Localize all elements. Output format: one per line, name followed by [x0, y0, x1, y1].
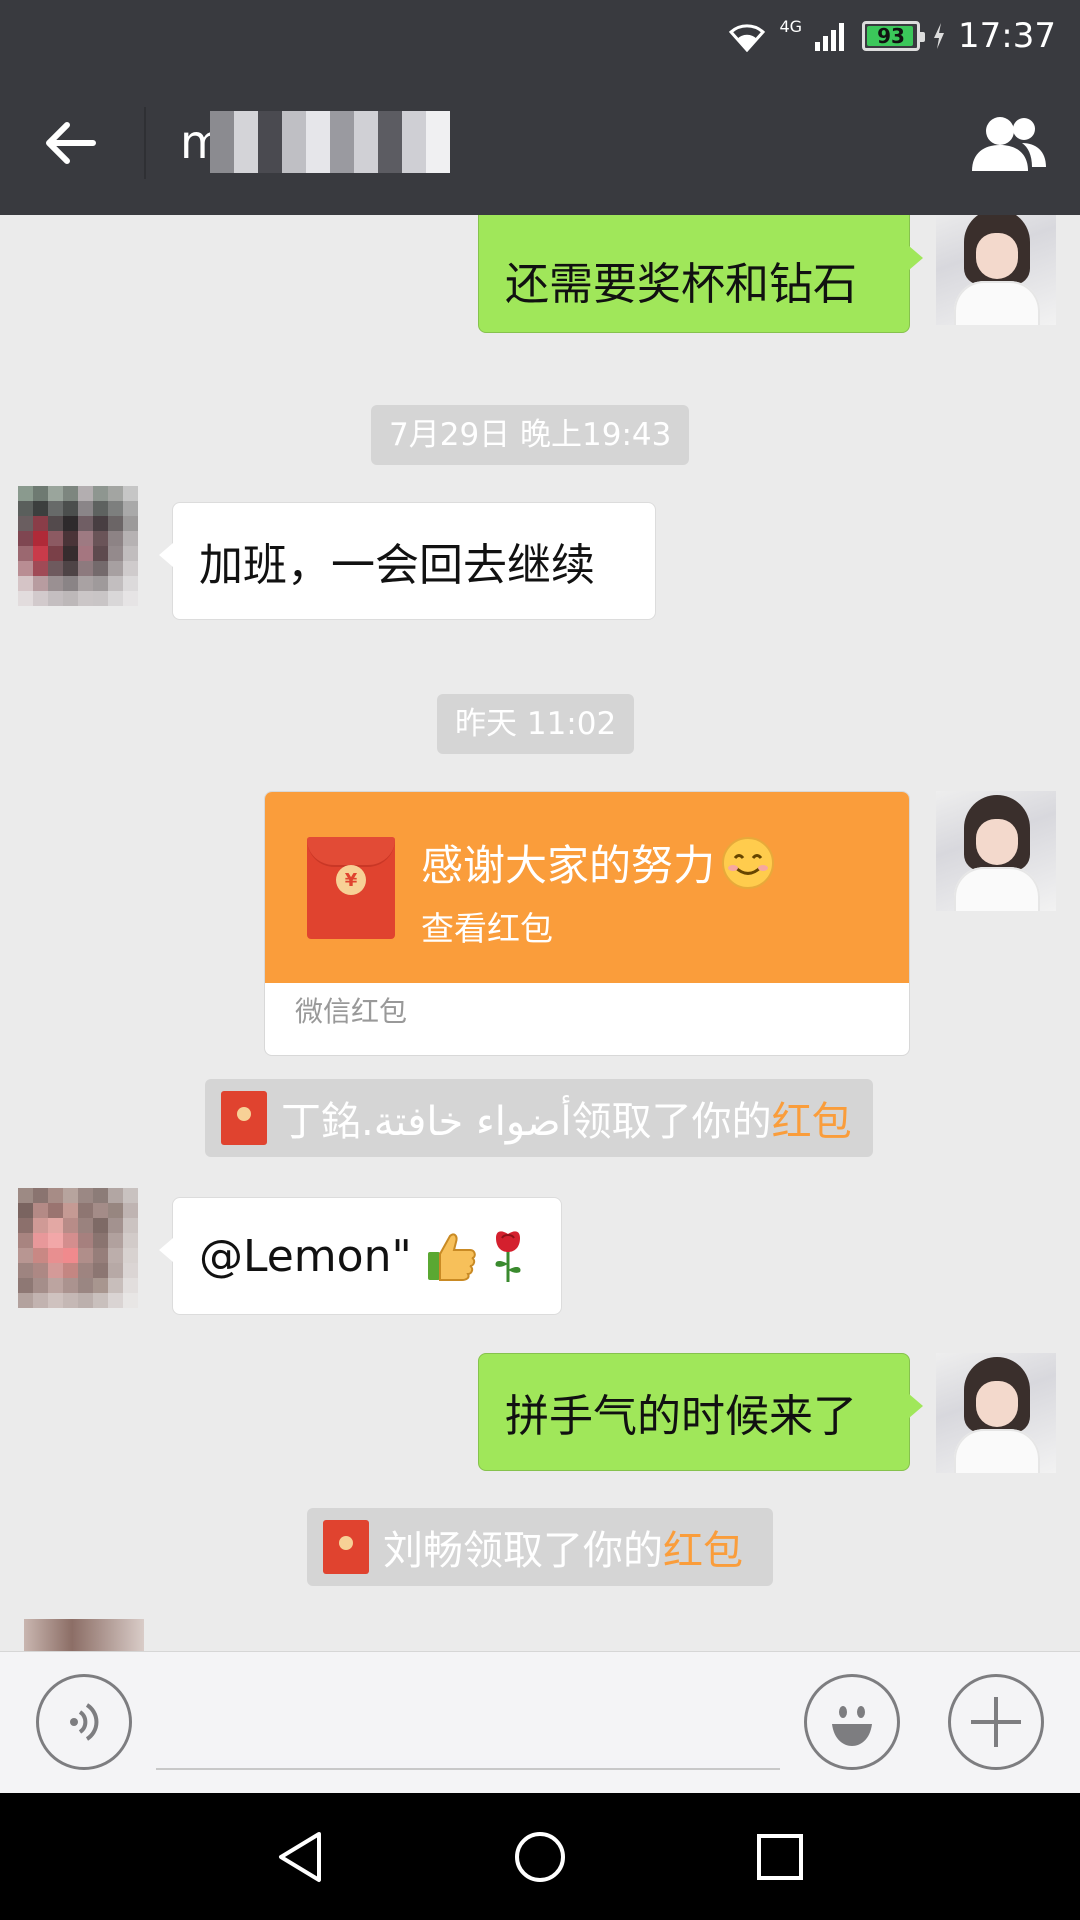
thumbs-up-emoji-icon	[426, 1230, 478, 1282]
timestamp-label: 昨天 11:02	[437, 694, 635, 754]
message-bubble-other[interactable]: 加班，一会回去继续	[159, 502, 656, 620]
nav-home-icon	[515, 1832, 565, 1882]
red-packet-claimed-notice: 丁銘.أضواء خافتة领取了你的红包	[205, 1079, 873, 1157]
message-bubble-other[interactable]: @Lemon"	[159, 1197, 562, 1315]
red-packet-title: 感谢大家的努力	[421, 832, 775, 893]
mini-red-packet-icon	[323, 1520, 369, 1574]
more-button[interactable]	[948, 1674, 1044, 1770]
red-packet-card[interactable]: ¥ 感谢大家的努力 查看红包 微信红包	[264, 791, 910, 1056]
red-packet-link[interactable]: 红包	[663, 1528, 743, 1574]
nav-home-button[interactable]	[508, 1825, 572, 1889]
red-packet-body: ¥ 感谢大家的努力 查看红包	[265, 792, 909, 983]
rose-emoji-icon	[488, 1228, 528, 1284]
message-input[interactable]	[156, 1768, 780, 1770]
red-packet-footer: 微信红包	[295, 995, 408, 1028]
nav-recent-button[interactable]	[748, 1825, 812, 1889]
mini-red-packet-icon	[221, 1091, 267, 1145]
plus-icon	[971, 1697, 1021, 1747]
chat-title: m	[180, 111, 450, 173]
status-bar: 4G 93 17:37	[0, 0, 1080, 71]
header-divider	[144, 107, 146, 179]
status-icons: 4G 93 17:37	[727, 14, 1056, 58]
contact-avatar[interactable]	[18, 1188, 138, 1308]
group-members-icon	[972, 117, 1046, 171]
nav-back-icon	[279, 1832, 321, 1882]
back-arrow-icon	[46, 122, 96, 164]
voice-button[interactable]	[36, 1674, 132, 1770]
back-button[interactable]	[30, 103, 110, 183]
message-bubble-me[interactable]: 拼手气的时候来了	[478, 1353, 923, 1471]
message-bubble-me[interactable]: 还需要奖杯和钻石	[478, 215, 923, 333]
battery-icon: 93	[862, 21, 926, 51]
network-type: 4G	[779, 16, 803, 36]
wifi-icon	[729, 24, 766, 52]
system-nav-bar	[0, 1793, 1080, 1920]
message-text: 还需要奖杯和钻石	[505, 259, 857, 310]
red-packet-action: 查看红包	[421, 909, 553, 948]
battery-level: 93	[877, 24, 905, 48]
message-text: 拼手气的时候来了	[505, 1391, 857, 1442]
smile-emoji-icon	[722, 836, 775, 889]
chat-area[interactable]: 还需要奖杯和钻石 7月29日 晚上19:43 加班，一会回去继续 昨天 11:0…	[0, 215, 1080, 1651]
timestamp-label: 7月29日 晚上19:43	[371, 405, 690, 465]
group-info-button[interactable]	[960, 107, 1056, 179]
red-packet-title-text: 感谢大家的努力	[421, 841, 716, 890]
contact-avatar[interactable]	[24, 1619, 144, 1651]
chat-title-text: m	[180, 115, 225, 169]
my-avatar[interactable]	[936, 215, 1056, 325]
my-avatar[interactable]	[936, 791, 1056, 911]
chat-input-bar	[0, 1651, 1080, 1793]
notice-text: 丁銘.أضواء خافتة领取了你的	[281, 1099, 772, 1145]
message-text: 加班，一会回去继续	[199, 540, 595, 591]
emoji-icon	[832, 1706, 872, 1746]
my-avatar[interactable]	[936, 1353, 1056, 1473]
contact-avatar[interactable]	[18, 486, 138, 606]
signal-icon	[815, 23, 845, 51]
voice-icon	[70, 1703, 99, 1741]
red-packet-icon: ¥	[307, 837, 395, 939]
red-packet-link[interactable]: 红包	[772, 1099, 852, 1145]
nav-recent-icon	[757, 1834, 803, 1880]
notice-text: 刘畅领取了你的	[383, 1528, 663, 1574]
chat-header: m	[0, 71, 1080, 215]
charging-icon	[934, 23, 945, 49]
clock: 17:37	[958, 16, 1056, 56]
emoji-button[interactable]	[804, 1674, 900, 1770]
red-packet-claimed-notice: 刘畅领取了你的红包	[307, 1508, 773, 1586]
message-text: @Lemon"	[199, 1230, 412, 1282]
nav-back-button[interactable]	[268, 1825, 332, 1889]
